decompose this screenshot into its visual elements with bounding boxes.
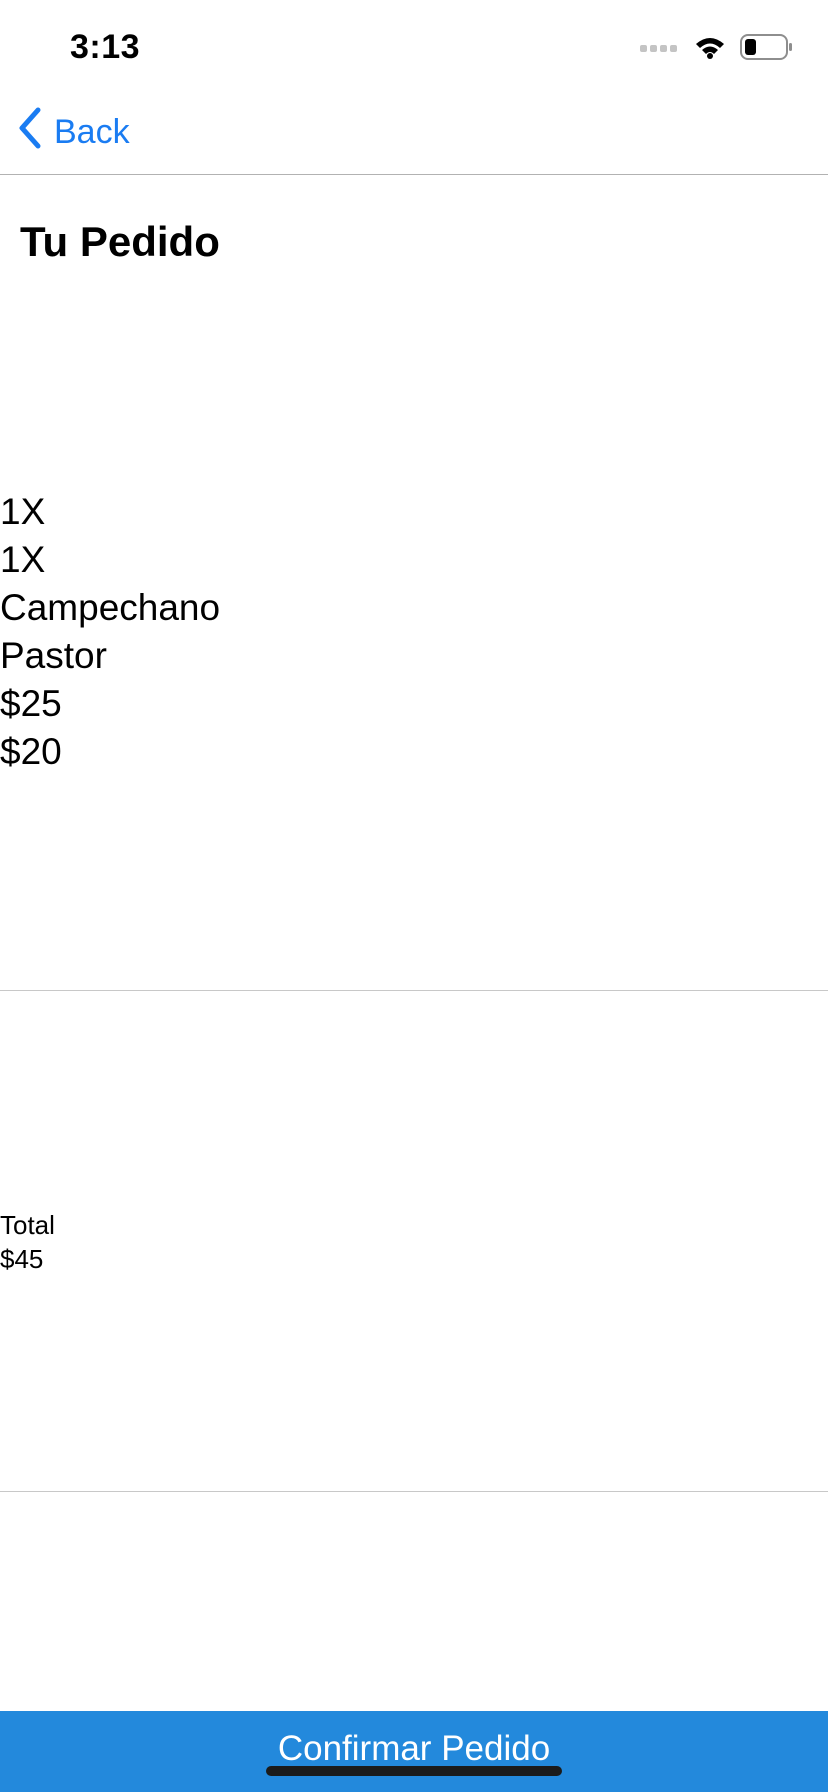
total-block: Total $45 <box>0 1208 55 1276</box>
page-title: Tu Pedido <box>20 218 220 265</box>
status-icons <box>640 33 794 65</box>
divider <box>0 1491 828 1492</box>
signal-icon <box>640 40 680 58</box>
back-label: Back <box>54 112 130 151</box>
item-quantity: 1X <box>0 491 46 532</box>
back-button[interactable]: Back <box>16 106 130 159</box>
navigation-bar: Back <box>0 90 828 175</box>
confirm-order-button[interactable]: Confirmar Pedido <box>0 1711 828 1792</box>
divider <box>0 990 828 991</box>
total-value: $45 <box>0 1244 44 1274</box>
wifi-icon <box>694 35 726 64</box>
order-items: 1X 1X Campechano Pastor $25 $20 <box>0 488 220 776</box>
status-bar: 3:13 <box>0 0 828 90</box>
item-price: $20 <box>0 731 62 772</box>
item-name: Campechano <box>0 587 221 628</box>
item-name: Pastor <box>0 635 107 676</box>
total-label: Total <box>0 1210 55 1240</box>
chevron-left-icon <box>16 106 44 159</box>
status-time: 3:13 <box>70 28 141 66</box>
battery-icon <box>740 33 794 65</box>
item-price: $25 <box>0 683 62 724</box>
home-indicator <box>266 1766 562 1776</box>
item-quantity: 1X <box>0 539 46 580</box>
